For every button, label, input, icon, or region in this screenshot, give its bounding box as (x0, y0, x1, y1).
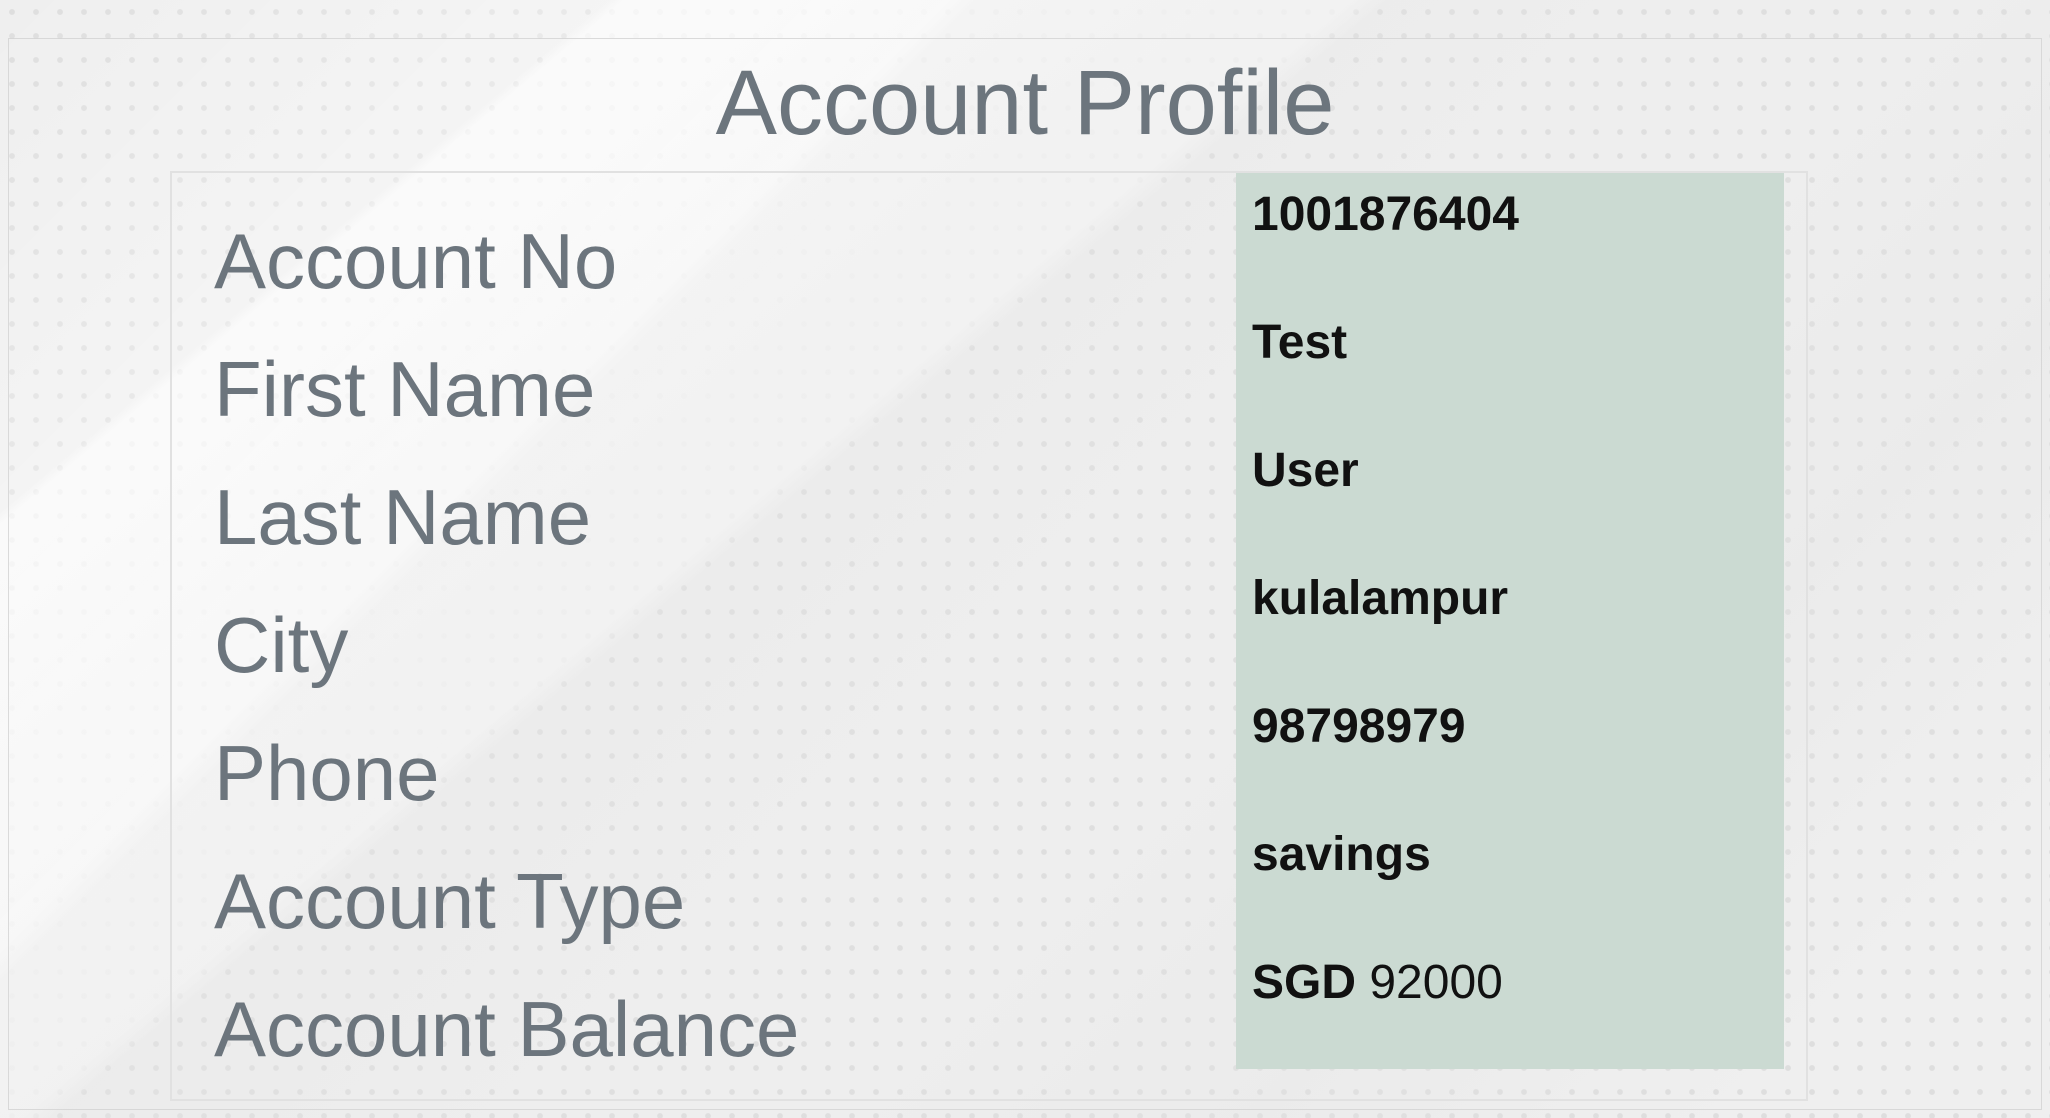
value-city: kulalampur (1252, 572, 1509, 625)
account-profile-card: Account No First Name Last Name City Pho… (170, 171, 1808, 1101)
balance-amount: 92000 (1369, 956, 1503, 1009)
value-account-type: savings (1252, 828, 1431, 881)
balance-currency: SGD (1252, 956, 1357, 1009)
value-phone: 98798979 (1252, 700, 1466, 753)
label-last-name: Last Name (214, 473, 592, 561)
value-first-name: Test (1252, 316, 1348, 369)
label-first-name: First Name (214, 345, 596, 433)
label-city: City (214, 601, 349, 689)
page-title: Account Profile (715, 52, 1335, 154)
field-labels: Account No First Name Last Name City Pho… (214, 197, 1214, 1093)
value-account-balance: SGD 92000 (1236, 941, 1784, 1069)
label-account-no: Account No (214, 217, 618, 305)
label-account-balance: Account Balance (214, 985, 800, 1073)
value-account-no: 1001876404 (1252, 188, 1519, 241)
label-account-type: Account Type (214, 857, 686, 945)
field-values-panel: 1001876404 Test User kulalampur 98798979… (1236, 173, 1784, 1069)
value-last-name: User (1252, 444, 1359, 497)
label-phone: Phone (214, 729, 440, 817)
